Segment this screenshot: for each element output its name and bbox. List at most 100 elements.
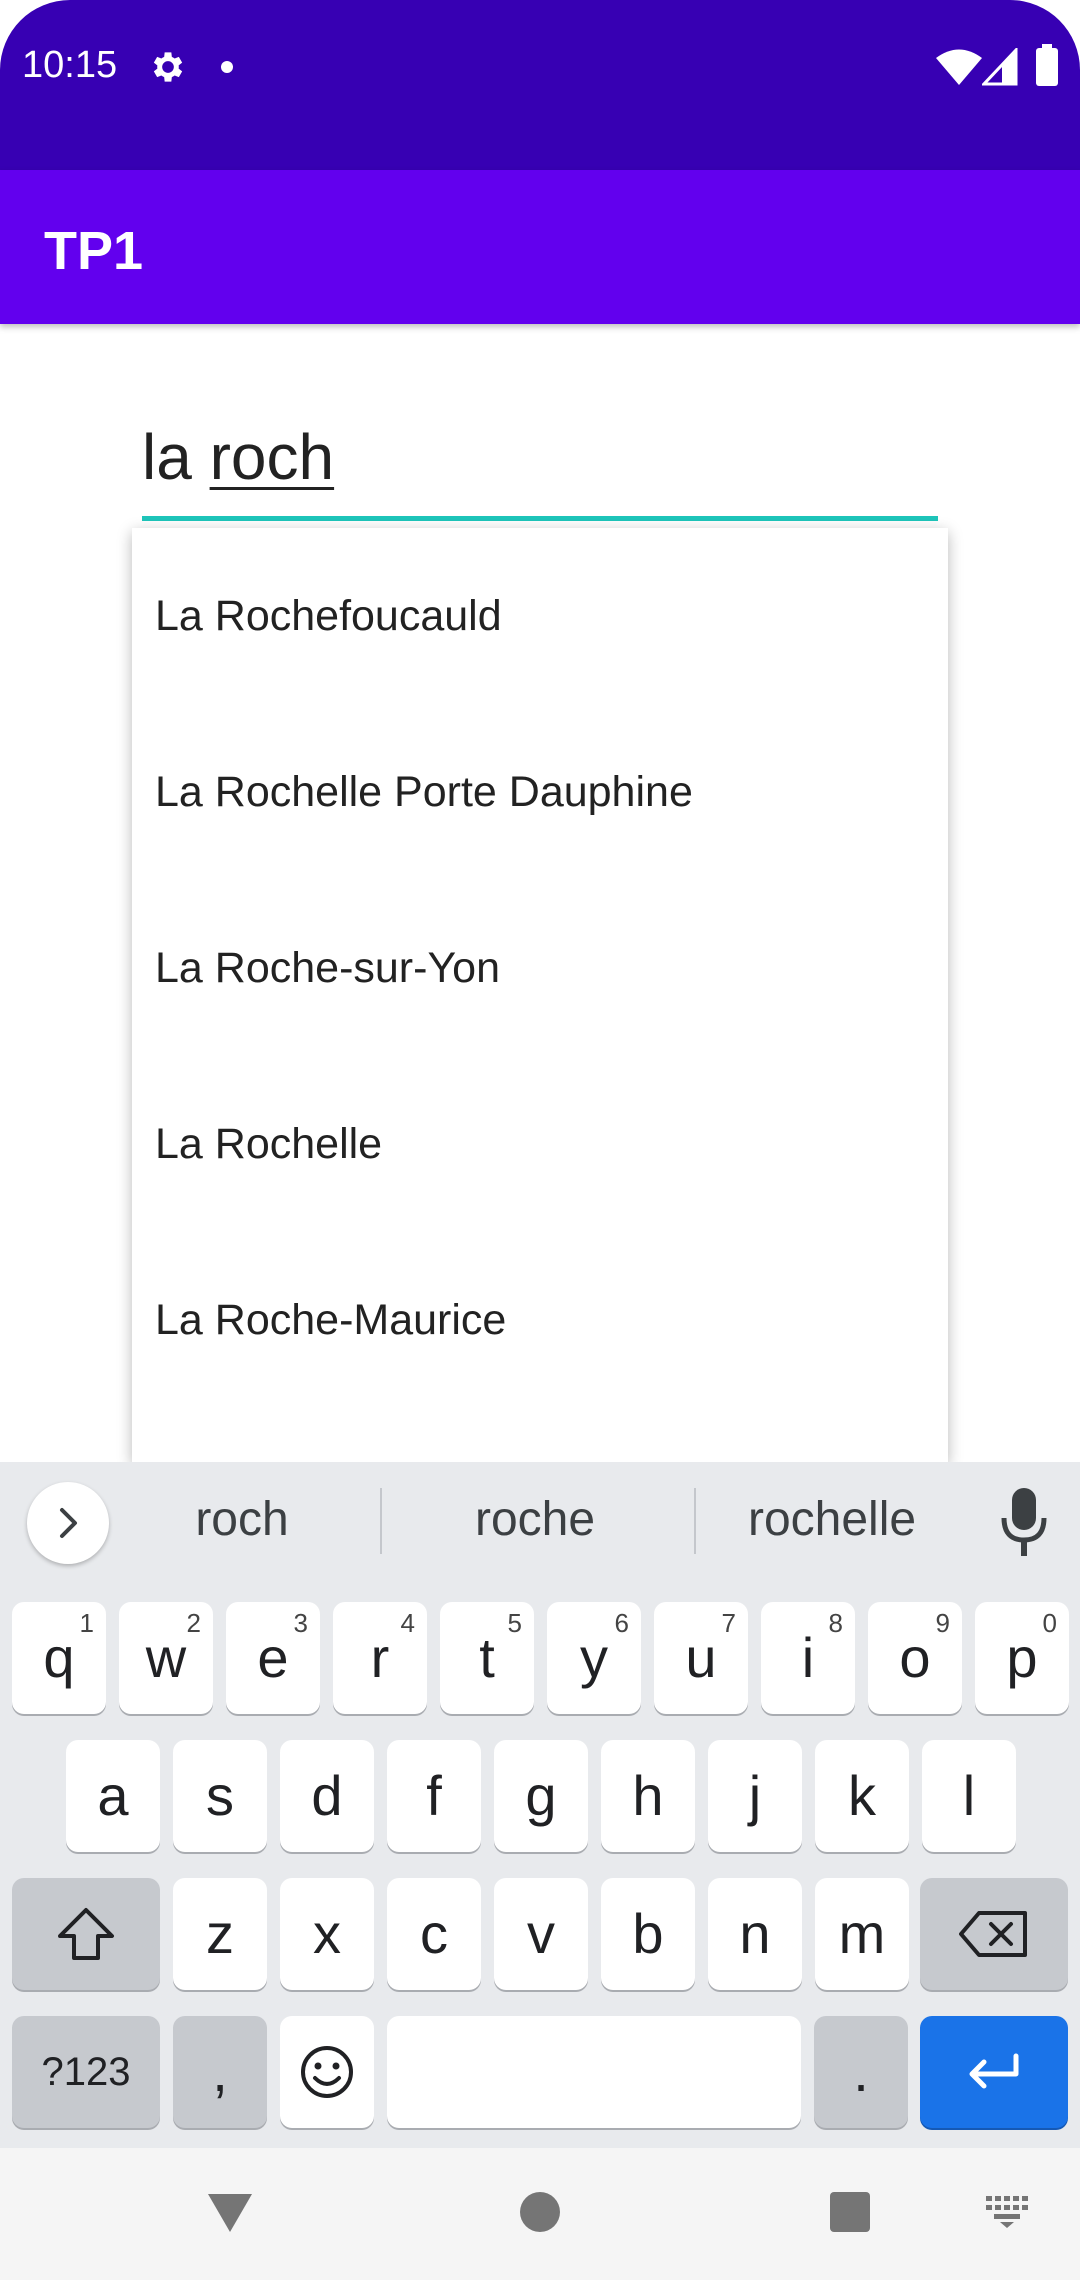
suggestion-divider <box>380 1488 382 1554</box>
dropdown-item[interactable]: La Roche-Maurice <box>132 1232 948 1408</box>
key-n[interactable]: n <box>708 1878 802 1990</box>
key-label: q <box>43 1626 75 1689</box>
emoji-icon <box>301 2046 353 2098</box>
key-label: v <box>527 1902 555 1965</box>
status-time: 10:15 <box>22 44 118 86</box>
key-label: p <box>1006 1626 1038 1689</box>
microphone-icon[interactable] <box>996 1486 1052 1558</box>
key-h[interactable]: h <box>601 1740 695 1852</box>
key-label: w <box>145 1626 187 1689</box>
enter-key[interactable] <box>920 2016 1068 2128</box>
dropdown-item[interactable]: La Rochefoucauld <box>132 528 948 704</box>
key-label: b <box>632 1902 664 1965</box>
key-label: t <box>479 1626 495 1689</box>
wifi-icon <box>936 49 982 85</box>
key-l[interactable]: l <box>922 1740 1016 1852</box>
city-autocomplete-field[interactable]: la roch <box>142 400 938 521</box>
dropdown-item[interactable]: La Rochelle <box>132 1056 948 1232</box>
key-m[interactable]: m <box>815 1878 909 1990</box>
recents-icon[interactable] <box>830 2192 870 2232</box>
key-label: o <box>899 1626 931 1689</box>
key-label: ?123 <box>41 2050 131 2094</box>
key-i[interactable]: i8 <box>761 1602 855 1714</box>
dropdown-item-label: La Rochelle Porte Dauphine <box>155 767 693 816</box>
key-label: . <box>853 2040 869 2103</box>
key-label: r <box>370 1626 390 1689</box>
dropdown-item[interactable]: La Roche-sur-Yon <box>132 880 948 1056</box>
key-hint: 6 <box>614 1608 629 1638</box>
dropdown-item[interactable]: La Rochelle Porte Dauphine <box>132 704 948 880</box>
enter-arrow-icon <box>969 2053 1019 2089</box>
shift-arrow-icon <box>58 1908 114 1960</box>
key-label: u <box>685 1626 717 1689</box>
keyboard-switch-icon[interactable] <box>984 2194 1030 2228</box>
field-underline <box>142 516 938 521</box>
suggestion-chip[interactable]: rochelle <box>714 1492 950 1552</box>
key-hint: 4 <box>400 1608 415 1638</box>
key-hint: 1 <box>79 1608 94 1638</box>
app-bar: TP1 <box>0 170 1080 324</box>
key-hint: 2 <box>186 1608 201 1638</box>
key-label: i <box>801 1626 815 1689</box>
key-s[interactable]: s <box>173 1740 267 1852</box>
key-c[interactable]: c <box>387 1878 481 1990</box>
shift-key[interactable] <box>12 1878 160 1990</box>
key-k[interactable]: k <box>815 1740 909 1852</box>
comma-key[interactable]: , <box>173 2016 267 2128</box>
suggestion-divider <box>694 1488 696 1554</box>
home-icon[interactable] <box>520 2192 560 2232</box>
field-value-composing: roch <box>209 421 335 493</box>
key-label: s <box>206 1764 234 1827</box>
back-icon[interactable] <box>204 2188 256 2236</box>
suggestion-chip[interactable]: roch <box>132 1492 352 1552</box>
space-key[interactable] <box>387 2016 801 2128</box>
key-q[interactable]: q1 <box>12 1602 106 1714</box>
key-w[interactable]: w2 <box>119 1602 213 1714</box>
suggestion-chip[interactable]: roche <box>410 1492 660 1552</box>
key-e[interactable]: e3 <box>226 1602 320 1714</box>
key-label: d <box>311 1764 343 1827</box>
key-z[interactable]: z <box>173 1878 267 1990</box>
dropdown-item-label: La Rochefoucauld <box>155 591 502 640</box>
key-j[interactable]: j <box>708 1740 802 1852</box>
key-label: l <box>962 1764 976 1827</box>
field-value-prefix: la <box>142 421 210 493</box>
key-x[interactable]: x <box>280 1878 374 1990</box>
dropdown-item-label: La Roche-sur-Yon <box>155 943 501 992</box>
key-f[interactable]: f <box>387 1740 481 1852</box>
key-o[interactable]: o9 <box>868 1602 962 1714</box>
key-b[interactable]: b <box>601 1878 695 1990</box>
backspace-key[interactable] <box>920 1878 1068 1990</box>
key-label: f <box>426 1764 442 1827</box>
dropdown-item-label: La Roche-Maurice <box>155 1295 507 1344</box>
key-label: j <box>748 1764 762 1827</box>
key-p[interactable]: p0 <box>975 1602 1069 1714</box>
key-y[interactable]: y6 <box>547 1602 641 1714</box>
navigation-bar <box>0 2148 1080 2280</box>
key-d[interactable]: d <box>280 1740 374 1852</box>
key-t[interactable]: t5 <box>440 1602 534 1714</box>
key-label: k <box>848 1764 876 1827</box>
signal-icon <box>982 48 1018 86</box>
field-value: la roch <box>142 420 334 494</box>
period-key[interactable]: . <box>814 2016 908 2128</box>
status-bar: 10:15 <box>0 0 1080 170</box>
app-title: TP1 <box>44 221 144 281</box>
key-g[interactable]: g <box>494 1740 588 1852</box>
battery-icon <box>1036 44 1058 86</box>
gear-icon <box>153 52 183 82</box>
symbols-key[interactable]: ?123 <box>12 2016 160 2128</box>
key-u[interactable]: u7 <box>654 1602 748 1714</box>
key-a[interactable]: a <box>66 1740 160 1852</box>
emoji-key[interactable] <box>280 2016 374 2128</box>
chevron-right-icon <box>60 1508 77 1538</box>
key-label: h <box>632 1764 664 1827</box>
key-label: c <box>420 1902 448 1965</box>
key-label: n <box>739 1902 771 1965</box>
key-label: y <box>580 1626 608 1689</box>
key-v[interactable]: v <box>494 1878 588 1990</box>
expand-suggestions-button[interactable] <box>27 1482 109 1564</box>
key-hint: 5 <box>507 1608 522 1638</box>
key-label: e <box>257 1626 289 1689</box>
key-r[interactable]: r4 <box>333 1602 427 1714</box>
